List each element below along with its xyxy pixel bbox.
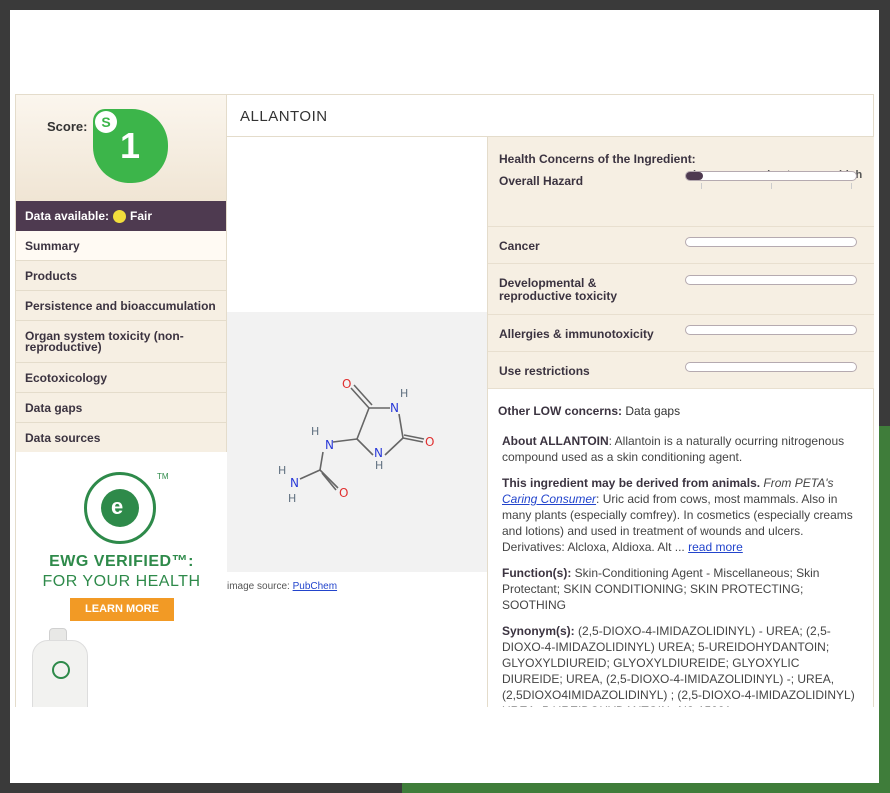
main-content: ALLANTOIN O H N H N O N H H N H O image …	[227, 95, 874, 707]
score-box: Score: S 1	[16, 95, 226, 201]
hazard-row-restrictions: Use restrictions	[488, 352, 874, 389]
hazard-label: Developmental & reproductive toxicity	[499, 276, 618, 303]
hazard-row-overall: Overall Hazard	[488, 171, 874, 227]
sidebar-item-label: Data sources	[25, 430, 101, 445]
other-concerns-label: Other LOW concerns:	[498, 404, 623, 418]
sidebar-item-label: Summary	[25, 238, 80, 253]
read-more-link[interactable]: read more	[688, 540, 743, 554]
sidebar-item-label: Organ system toxicity (non-reproductive)	[25, 328, 184, 354]
synonyms-paragraph: Synonym(s): (2,5-DIOXO-4-IMIDAZOLIDINYL)…	[502, 623, 860, 707]
other-concerns-value: Data gaps	[625, 404, 681, 418]
functions-label: Function(s):	[502, 566, 572, 580]
page-frame: Score: S 1 Data available: Fair Summary …	[10, 10, 879, 783]
sidebar: Score: S 1 Data available: Fair Summary …	[16, 95, 227, 707]
sidebar-item-products[interactable]: Products	[16, 261, 226, 291]
about-paragraph: About ALLANTOIN: Allantoin is a naturall…	[502, 433, 860, 465]
scale-tick	[701, 183, 702, 189]
image-source-label: image source:	[227, 581, 290, 592]
hazard-row-allergies: Allergies & immunotoxicity	[488, 315, 874, 352]
image-source: image source: PubChem	[227, 581, 337, 592]
hazard-bar	[685, 171, 857, 181]
atom-label: N	[290, 476, 299, 490]
hazard-label: Cancer	[499, 239, 540, 253]
hazard-bar	[685, 275, 857, 285]
ewg-verified-ad[interactable]: e TM EWG VERIFIED™: FOR YOUR HEALTH LEAR…	[16, 452, 227, 707]
hazard-label: Overall Hazard	[499, 174, 584, 188]
data-available-bar: Data available: Fair	[16, 201, 226, 231]
sidebar-item-data-sources[interactable]: Data sources	[16, 423, 226, 453]
health-concerns-title: Health Concerns of the Ingredient:	[499, 152, 696, 166]
pubchem-link[interactable]: PubChem	[293, 581, 337, 592]
ad-subtitle: FOR YOUR HEALTH	[42, 573, 201, 590]
atom-label: O	[425, 435, 434, 449]
bottle-logo-icon	[52, 661, 70, 679]
scale-tick	[771, 183, 772, 189]
atom-label: N	[325, 438, 334, 452]
hazard-bar-fill	[686, 172, 703, 180]
functions-paragraph: Function(s): Skin-Conditioning Agent - M…	[502, 565, 860, 613]
molecule-structure-image: O H N H N O N H H N H O	[227, 312, 487, 572]
hazard-row-cancer: Cancer	[488, 227, 874, 264]
atom-label: O	[342, 377, 351, 391]
data-fair-dot-icon	[113, 209, 127, 223]
atom-label: H	[288, 492, 296, 505]
molecule-svg: O H N H N O N H H N H O	[278, 377, 434, 505]
health-concerns-column: Health Concerns of the Ingredient: low m…	[487, 137, 874, 707]
peta-source: From PETA's	[763, 476, 834, 490]
product-bottle-image	[32, 640, 88, 707]
ingredient-panel: Score: S 1 Data available: Fair Summary …	[15, 94, 874, 707]
sidebar-item-ecotoxicology[interactable]: Ecotoxicology	[16, 363, 226, 393]
learn-more-button[interactable]: LEARN MORE	[70, 598, 174, 621]
synonyms-label: Synonym(s):	[502, 624, 575, 638]
atom-label: H	[375, 459, 383, 472]
atom-label: O	[339, 486, 348, 500]
ad-title: EWG VERIFIED™:	[49, 553, 194, 570]
caring-consumer-link[interactable]: Caring Consumer	[502, 492, 596, 506]
sidebar-item-label: Products	[25, 268, 78, 283]
atom-label: H	[311, 425, 319, 438]
atom-label: N	[374, 446, 383, 460]
atom-label: H	[400, 387, 408, 400]
sidebar-item-summary[interactable]: Summary	[16, 231, 226, 261]
score-label: Score:	[47, 119, 88, 134]
data-available-label: Data available:	[25, 209, 110, 223]
score-badge: S 1	[93, 109, 168, 183]
hazard-bar	[685, 237, 857, 247]
sidebar-item-persistence[interactable]: Persistence and bioaccumulation	[16, 291, 226, 321]
ingredient-details: About ALLANTOIN: Allantoin is a naturall…	[488, 433, 874, 707]
sidebar-item-label: Ecotoxicology	[25, 370, 108, 385]
other-concerns: Other LOW concerns: Data gaps	[488, 389, 874, 433]
seal-letter: e	[111, 494, 124, 519]
hazard-bar	[685, 325, 857, 335]
atom-label: N	[390, 401, 399, 415]
data-available-value: Fair	[130, 209, 153, 223]
hazard-label: Use restrictions	[499, 364, 590, 378]
sidebar-item-organ-toxicity[interactable]: Organ system toxicity (non-reproductive)	[16, 321, 226, 363]
hazard-label: Allergies & immunotoxicity	[499, 327, 654, 341]
sidebar-item-label: Persistence and bioaccumulation	[25, 298, 216, 313]
scale-tick	[851, 183, 852, 189]
atom-label: H	[278, 464, 286, 477]
sidebar-item-data-gaps[interactable]: Data gaps	[16, 393, 226, 423]
animal-source-label: This ingredient may be derived from anim…	[502, 476, 761, 490]
about-label: About ALLANTOIN	[502, 434, 609, 448]
sidebar-item-label: Data gaps	[25, 400, 83, 415]
hazard-row-developmental: Developmental & reproductive toxicity	[488, 264, 874, 315]
ingredient-panel-viewport: Score: S 1 Data available: Fair Summary …	[15, 94, 874, 707]
score-value: 1	[120, 125, 141, 166]
ewg-verified-seal-icon: e	[84, 472, 156, 544]
animal-source-paragraph: This ingredient may be derived from anim…	[502, 475, 860, 555]
trademark-mark: TM	[157, 472, 169, 481]
image-column: O H N H N O N H H N H O image source: Pu…	[227, 137, 487, 707]
hazard-bar	[685, 362, 857, 372]
skin-deep-icon: S	[95, 111, 117, 133]
ingredient-title: ALLANTOIN	[227, 95, 874, 137]
